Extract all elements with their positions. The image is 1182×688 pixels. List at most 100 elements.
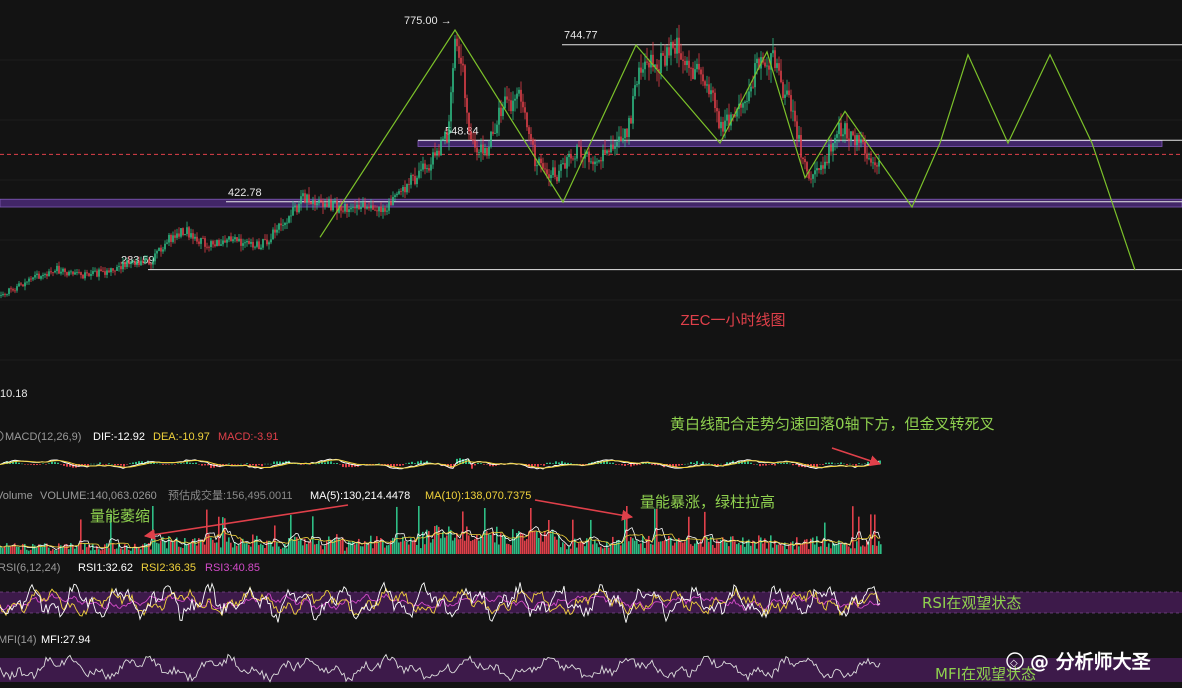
candle-body <box>626 128 628 138</box>
volume-bar <box>542 541 544 554</box>
macd-bar <box>624 464 626 467</box>
macd-bar <box>570 463 572 464</box>
volume-bar <box>502 535 504 554</box>
volume-bar <box>320 545 322 554</box>
candle-body <box>104 271 106 275</box>
volume-bar <box>792 541 794 554</box>
candle-body <box>622 138 624 142</box>
macd-bar <box>768 464 770 465</box>
volume-bar <box>546 535 548 554</box>
volume-bar <box>334 538 336 554</box>
chart-title: ZEC一小时线图 <box>680 312 785 329</box>
candle-body <box>198 241 200 244</box>
macd-bar <box>60 464 62 465</box>
candle-body <box>182 228 184 236</box>
candle-body <box>196 236 198 242</box>
macd-bar <box>177 463 179 464</box>
candle-body <box>152 261 154 265</box>
macd-bar <box>189 462 191 464</box>
volume-bar <box>540 533 542 554</box>
candle-body <box>370 205 372 209</box>
macd-bar <box>276 461 278 464</box>
volume-bar <box>742 537 744 554</box>
volume-bar <box>766 548 768 554</box>
candle-body <box>602 149 604 162</box>
macd-bar <box>558 462 560 464</box>
volume-bar <box>596 543 598 554</box>
candle-body <box>350 207 352 210</box>
candle-body <box>488 146 490 156</box>
macd-bar <box>552 463 554 464</box>
candle-body <box>0 295 2 296</box>
volume-bar <box>464 540 466 554</box>
volume-bar <box>318 540 320 554</box>
candle-body <box>708 84 710 95</box>
macd-bar <box>627 464 629 465</box>
candle-body <box>818 168 820 170</box>
candle-body <box>176 233 178 238</box>
macd-bar <box>843 463 845 465</box>
volume-bar <box>280 549 282 554</box>
candle-body <box>714 92 716 108</box>
svg-text:◇: ◇ <box>1010 658 1018 669</box>
volume-bar <box>770 535 772 554</box>
volume-bar <box>862 545 864 554</box>
candle-body <box>560 164 562 171</box>
candle-body <box>438 150 440 156</box>
candle-body <box>30 278 32 280</box>
volume-bar <box>312 516 314 554</box>
volume-bar <box>90 550 92 554</box>
macd-bar <box>183 463 185 464</box>
volume-bar <box>828 543 830 554</box>
volume-bar <box>508 544 510 554</box>
volume-bar <box>630 537 632 554</box>
candle-body <box>24 282 26 287</box>
candle-body <box>784 94 786 98</box>
svg-text:RSI(6,12,24) RSI1:32.62: RSI(6,12,24) RSI1:32.62 RSI2:36.35 RSI3:… <box>0 562 260 574</box>
volume-bar <box>20 549 22 554</box>
macd-bar <box>384 464 386 465</box>
macd-settings-icon[interactable] <box>0 430 4 442</box>
candle-body <box>162 249 164 252</box>
volume-bar <box>760 537 762 554</box>
macd-bar <box>690 462 692 464</box>
volume-bar <box>434 526 436 554</box>
candle-body <box>518 89 520 94</box>
volume-bar <box>636 540 638 554</box>
candle-body <box>70 271 72 273</box>
price-levels: 775.00 →744.77548.84422.78283.5910.18 <box>0 15 1182 400</box>
candle-body <box>814 170 816 175</box>
macd-bar <box>696 461 698 464</box>
volume-bar <box>658 541 660 554</box>
candle-body <box>144 259 146 263</box>
candle-body <box>578 145 580 147</box>
candle-body <box>54 270 56 273</box>
svg-text:MACD(12,26,9) DIF:-12.92: MACD(12,26,9) DIF:-12.92 DEA:-10.97 MACD… <box>5 431 279 443</box>
macd-bar <box>477 463 479 464</box>
macd-bar <box>114 464 116 466</box>
volume-bar <box>302 545 304 554</box>
volume-bar <box>578 543 580 554</box>
candle-body <box>116 266 118 271</box>
candle-body <box>562 163 564 165</box>
candle-body <box>724 120 726 132</box>
candle-body <box>544 168 546 170</box>
candle-body <box>558 170 560 182</box>
volume-bar <box>482 536 484 554</box>
macd-bar <box>795 464 797 465</box>
candle-body <box>92 271 94 275</box>
volume-bar <box>80 519 82 554</box>
macd-bar <box>858 463 860 464</box>
volume-bar <box>162 536 164 554</box>
candle-body <box>750 86 752 92</box>
candle-body <box>524 107 526 113</box>
macd-bar <box>99 462 101 464</box>
candle-body <box>368 206 370 209</box>
candle-body <box>672 42 674 48</box>
volume-bar <box>788 545 790 554</box>
candle-body <box>858 135 860 143</box>
candle-body <box>36 273 38 276</box>
candle-body <box>52 272 54 274</box>
volume-bar <box>246 543 248 554</box>
candle-body <box>258 241 260 250</box>
